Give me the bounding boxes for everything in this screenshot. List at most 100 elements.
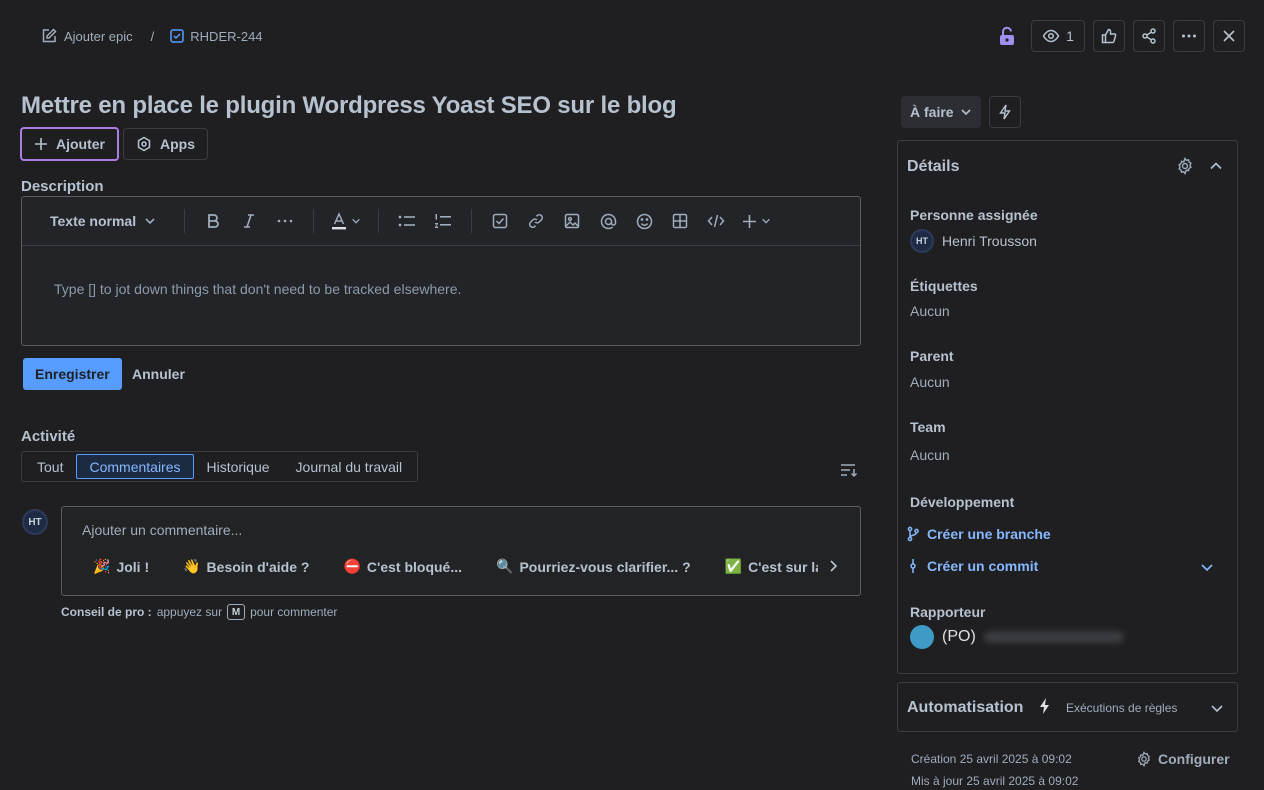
tab-all[interactable]: Tout xyxy=(24,454,76,479)
tab-history[interactable]: Historique xyxy=(194,454,283,479)
toolbar-divider xyxy=(313,209,315,233)
reporter-avatar xyxy=(910,625,934,649)
link-icon[interactable] xyxy=(518,206,554,236)
chip-need-help[interactable]: 👋 Besoin d'aide ? xyxy=(183,558,309,575)
tab-worklog[interactable]: Journal du travail xyxy=(283,454,416,479)
reporter-field[interactable]: (PO) xyxy=(910,625,1124,649)
add-button[interactable]: Ajouter xyxy=(20,127,119,161)
updated-date: Mis à jour 25 avril 2025 à 09:02 xyxy=(911,774,1079,788)
automation-panel[interactable]: Automatisation Exécutions de règles xyxy=(897,682,1238,732)
details-panel: Détails Personne assignée HT Henri Trous… xyxy=(897,140,1238,674)
parent-value[interactable]: Aucun xyxy=(910,374,950,390)
cancel-button[interactable]: Annuler xyxy=(132,366,185,382)
comment-box[interactable]: Ajouter un commentaire... 🎉 Joli ! 👋 Bes… xyxy=(61,506,861,596)
sort-icon[interactable] xyxy=(840,462,858,478)
lightning-icon xyxy=(998,104,1012,120)
chip-nice[interactable]: 🎉 Joli ! xyxy=(93,558,149,575)
close-button[interactable] xyxy=(1213,20,1245,52)
numbered-list-icon[interactable] xyxy=(425,206,461,236)
more-actions-button[interactable] xyxy=(1173,20,1205,52)
description-editor[interactable]: Texte normal Type [] to jot down things … xyxy=(21,196,861,346)
labels-value[interactable]: Aucun xyxy=(910,303,950,319)
issue-title[interactable]: Mettre en place le plugin Wordpress Yoas… xyxy=(21,92,677,120)
create-commit-link[interactable]: Créer un commit xyxy=(907,558,1038,574)
insert-more-icon[interactable] xyxy=(734,206,778,236)
like-button[interactable] xyxy=(1093,20,1125,52)
tab-comments[interactable]: Commentaires xyxy=(76,454,194,479)
text-color-icon[interactable] xyxy=(324,206,368,236)
table-icon[interactable] xyxy=(662,206,698,236)
status-label: À faire xyxy=(910,104,954,120)
italic-icon[interactable] xyxy=(231,206,267,236)
checkbox-icon[interactable] xyxy=(482,206,518,236)
actions-button[interactable] xyxy=(989,96,1021,128)
description-placeholder[interactable]: Type [] to jot down things that don't ne… xyxy=(22,246,860,332)
created-date: Création 25 avril 2025 à 09:02 xyxy=(911,752,1072,766)
text-style-dropdown[interactable]: Texte normal xyxy=(50,206,174,236)
share-icon xyxy=(1140,27,1158,45)
toolbar-divider xyxy=(378,209,380,233)
team-label: Team xyxy=(910,419,946,435)
chevron-right-icon[interactable] xyxy=(826,559,840,573)
parent-label: Parent xyxy=(910,348,954,364)
create-branch-link[interactable]: Créer une branche xyxy=(907,526,1051,542)
chip-label: C'est bloqué... xyxy=(366,558,463,575)
reporter-name: (PO) xyxy=(942,628,976,645)
save-button[interactable]: Enregistrer xyxy=(23,358,122,390)
thumbs-up-icon xyxy=(1100,27,1118,45)
chevron-down-icon[interactable] xyxy=(1200,560,1214,574)
more-icon xyxy=(1180,27,1198,45)
gear-icon xyxy=(1136,751,1152,767)
mention-icon[interactable] xyxy=(590,206,626,236)
gear-icon[interactable] xyxy=(1176,157,1194,175)
more-formatting-icon[interactable] xyxy=(267,206,303,236)
add-button-label: Ajouter xyxy=(56,136,105,152)
create-branch-label: Créer une branche xyxy=(927,526,1051,542)
chip-clarify[interactable]: 🔍 Pourriez-vous clarifier... ? xyxy=(496,558,691,575)
bold-icon[interactable] xyxy=(195,206,231,236)
breadcrumb: Ajouter epic / RHDER-244 xyxy=(40,27,263,45)
watch-count: 1 xyxy=(1066,28,1074,44)
configure-label: Configurer xyxy=(1158,751,1230,767)
code-icon[interactable] xyxy=(698,206,734,236)
reporter-label: Rapporteur xyxy=(910,604,986,620)
toolbar-divider xyxy=(184,209,186,233)
comment-input[interactable]: Ajouter un commentaire... xyxy=(82,522,242,538)
labels-label: Étiquettes xyxy=(910,278,978,294)
toolbar-divider xyxy=(471,209,473,233)
check-emoji-icon: ✅ xyxy=(724,558,743,574)
share-button[interactable] xyxy=(1133,20,1165,52)
chip-blocked[interactable]: ⛔ C'est bloqué... xyxy=(343,558,462,575)
assignee-field[interactable]: HT Henri Trousson xyxy=(910,229,1037,253)
emoji-icon[interactable] xyxy=(626,206,662,236)
watch-button[interactable]: 1 xyxy=(1031,20,1085,52)
chip-on-track[interactable]: ✅ C'est sur la bonne voie xyxy=(725,558,818,575)
chevron-up-icon[interactable] xyxy=(1209,159,1223,173)
editor-toolbar: Texte normal xyxy=(22,197,860,246)
edit-icon xyxy=(40,27,58,45)
status-dropdown[interactable]: À faire xyxy=(901,96,981,128)
bullet-list-icon[interactable] xyxy=(389,206,425,236)
breadcrumb-parent-link[interactable]: Ajouter epic xyxy=(64,29,133,44)
chevron-down-icon[interactable] xyxy=(1210,701,1224,715)
avatar: HT xyxy=(22,509,48,535)
apps-button[interactable]: Apps xyxy=(123,128,208,160)
team-value[interactable]: Aucun xyxy=(910,447,950,463)
image-icon[interactable] xyxy=(554,206,590,236)
assignee-avatar: HT xyxy=(910,229,934,253)
details-heading: Détails xyxy=(907,158,960,175)
lightning-icon xyxy=(1039,698,1051,714)
keyboard-key: M xyxy=(227,604,246,620)
breadcrumb-issue-key[interactable]: RHDER-244 xyxy=(190,29,262,44)
unlock-icon[interactable] xyxy=(996,25,1018,47)
configure-button[interactable]: Configurer xyxy=(1136,751,1230,767)
chip-label: Joli ! xyxy=(116,558,150,575)
pro-tip-suffix: pour commenter xyxy=(250,605,338,619)
close-icon xyxy=(1221,28,1237,44)
commit-icon xyxy=(907,558,919,574)
chevron-down-icon xyxy=(144,215,156,227)
party-emoji-icon: 🎉 xyxy=(93,558,111,574)
chevron-down-icon xyxy=(960,106,972,118)
apps-hexagon-icon xyxy=(136,136,152,152)
description-heading: Description xyxy=(21,178,104,195)
